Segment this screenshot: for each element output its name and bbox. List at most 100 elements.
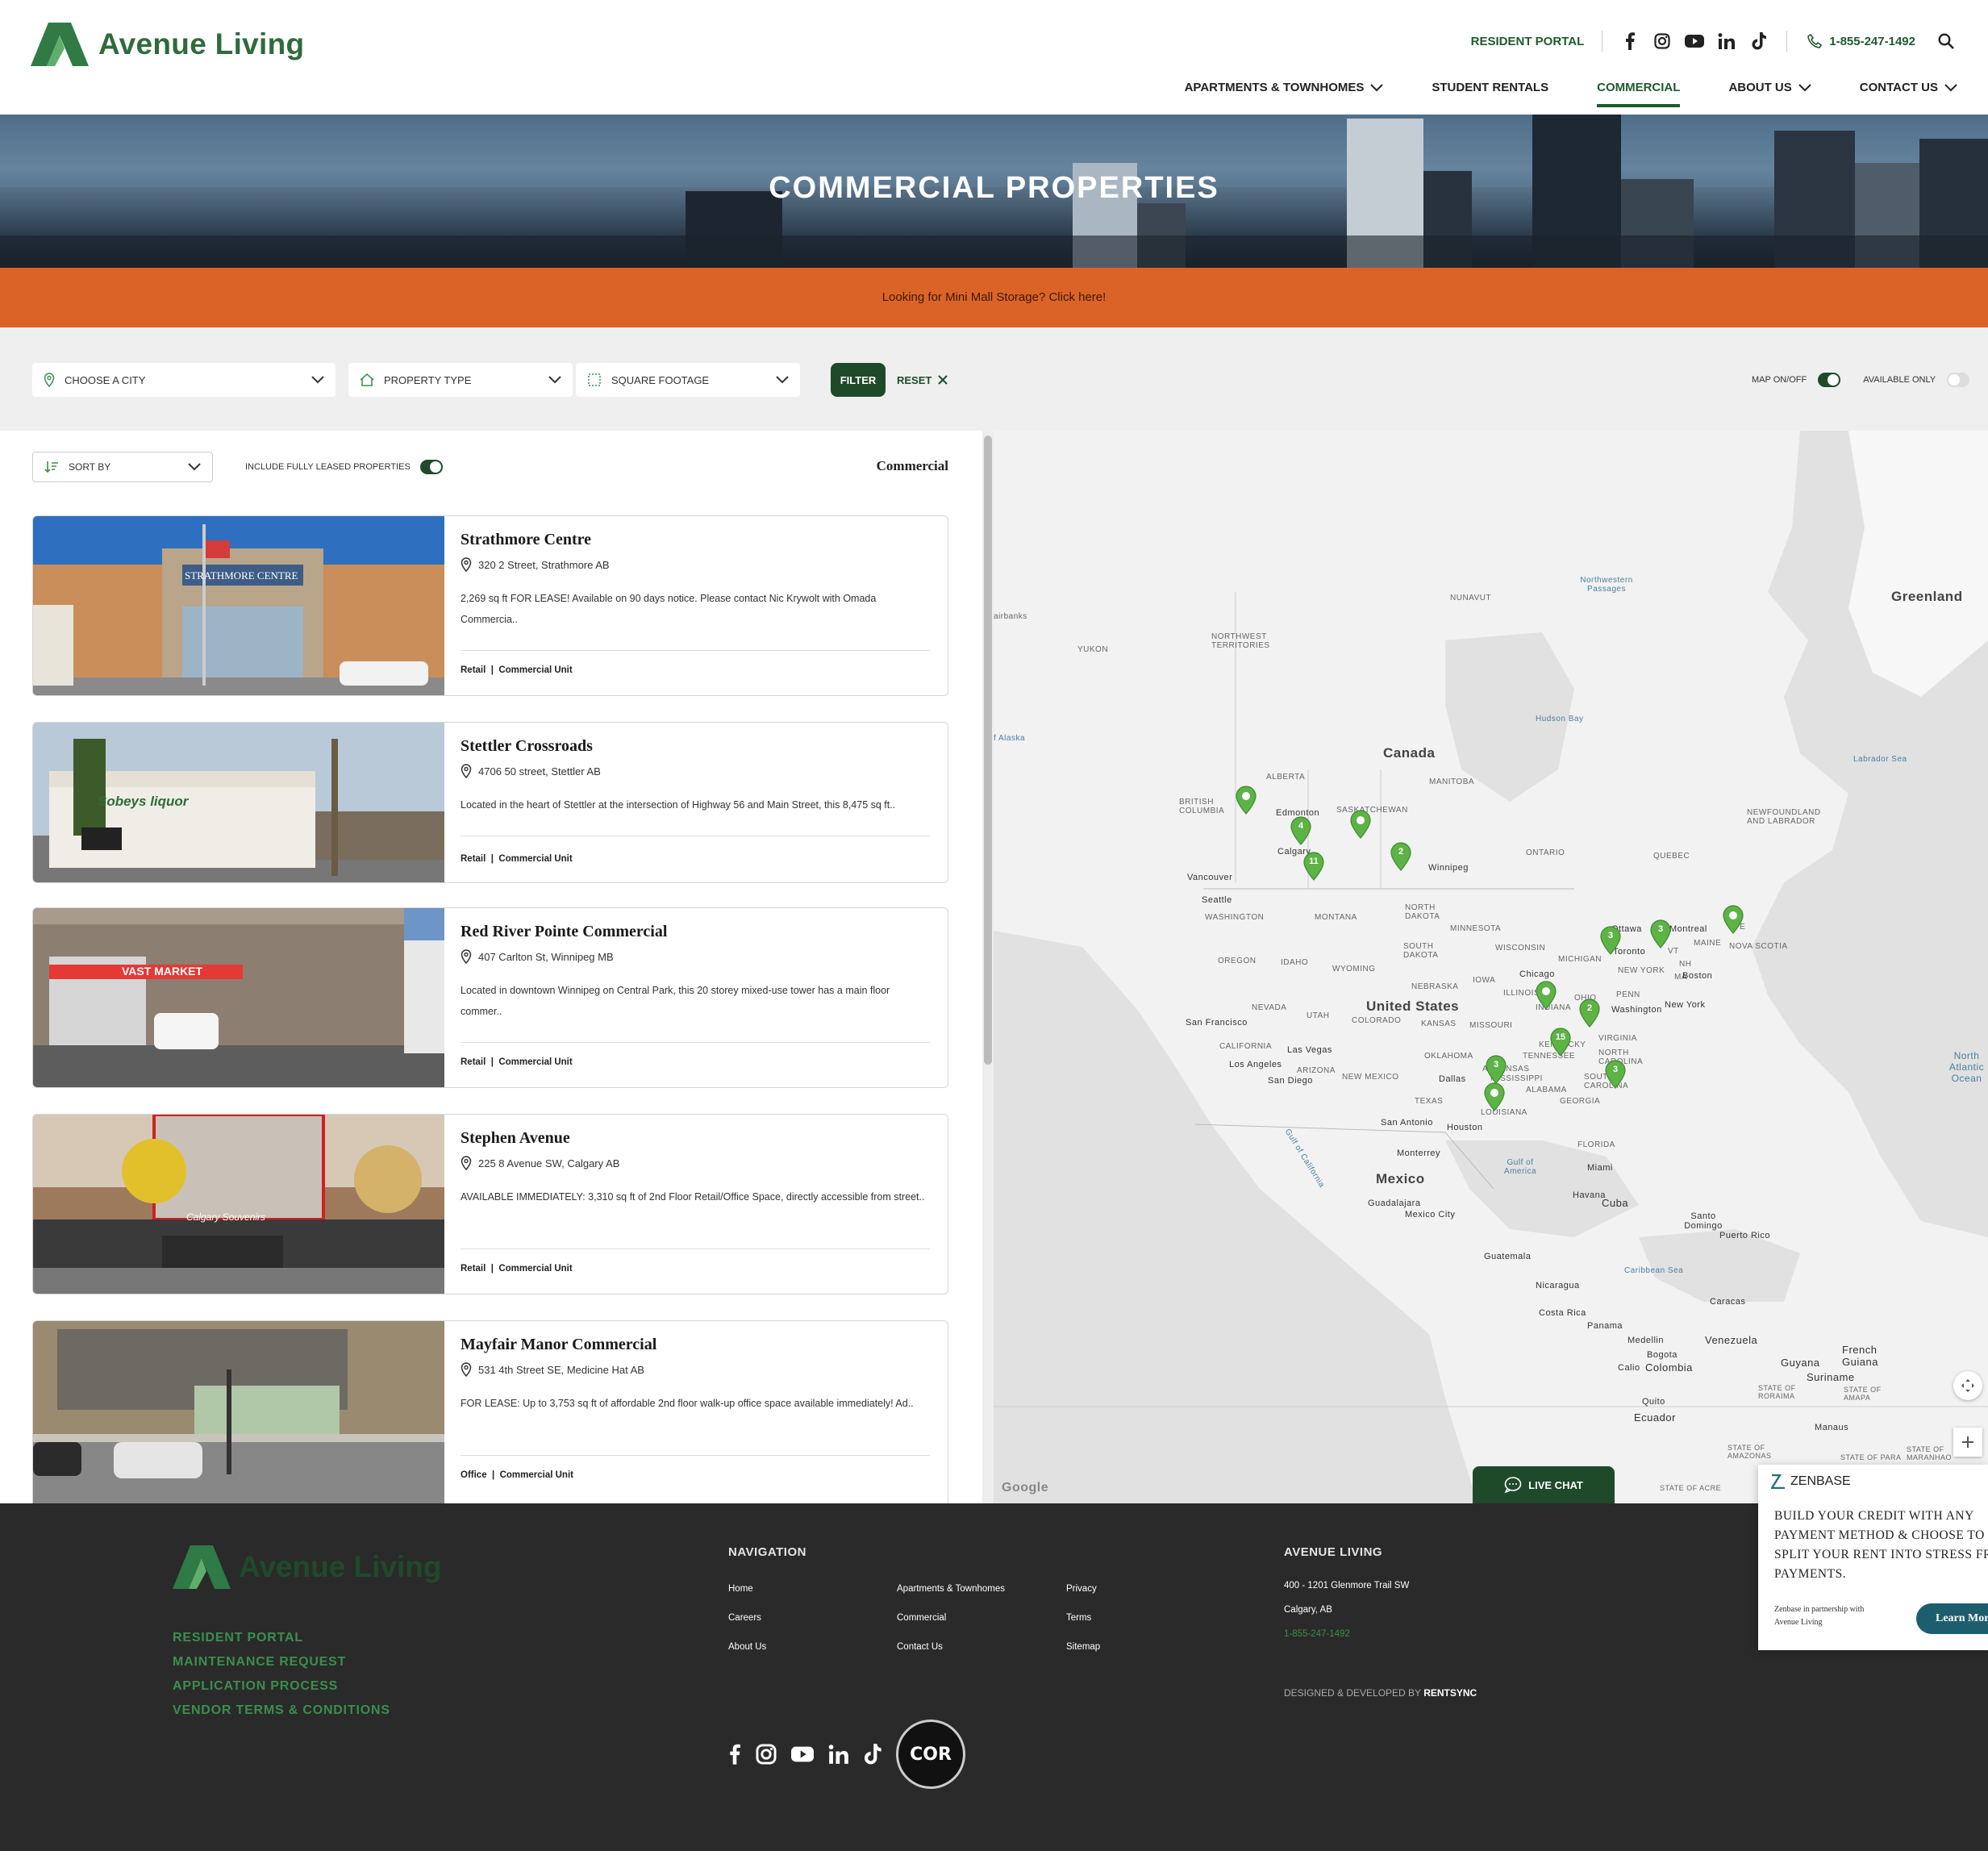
zenbase-headline: BUILD YOUR CREDIT WITH ANY PAYMENT METHO… <box>1774 1509 1988 1581</box>
list-heading: Commercial <box>876 458 948 473</box>
filter-button[interactable]: FILTER <box>831 363 886 397</box>
property-card[interactable]: Mayfair Manor Commercial 531 4th Street … <box>32 1320 948 1503</box>
property-name[interactable]: Mayfair Manor Commercial <box>461 1336 930 1354</box>
property-type-select[interactable]: PROPERTY TYPE <box>348 363 573 397</box>
linkedin-icon[interactable] <box>828 1744 849 1765</box>
tag-unit: Commercial Unit <box>498 665 573 675</box>
live-chat-button[interactable]: LIVE CHAT <box>1473 1466 1615 1503</box>
property-name[interactable]: Stephen Avenue <box>461 1129 930 1148</box>
property-description: Located in the heart of Stettler at the … <box>461 799 896 811</box>
map-pin-marker[interactable] <box>1484 1082 1505 1111</box>
linkedin-icon[interactable] <box>1717 31 1736 51</box>
footer-vendor-terms-link[interactable]: VENDOR TERMS & CONDITIONS <box>173 1703 390 1718</box>
property-photo[interactable]: Sobeys liquor <box>33 723 444 882</box>
map-label-manaus: Manaus <box>1815 1423 1849 1432</box>
map-pin-cluster[interactable]: 11 <box>1303 852 1324 881</box>
reset-button[interactable]: RESET <box>897 363 948 397</box>
search-icon[interactable] <box>1936 31 1956 51</box>
map-pin-cluster[interactable]: 2 <box>1579 998 1600 1028</box>
map-label-vancouver: Vancouver <box>1187 873 1233 882</box>
resident-portal-link[interactable]: RESIDENT PORTAL <box>1471 35 1585 48</box>
footer-application-process-link[interactable]: APPLICATION PROCESS <box>173 1679 338 1694</box>
promo-banner[interactable]: Looking for Mini Mall Storage? Click her… <box>0 268 1988 327</box>
property-photo[interactable]: VAST MARKET <box>33 908 444 1087</box>
footer-link-terms[interactable]: Terms <box>1066 1613 1091 1623</box>
map-label-maine: MAINE <box>1694 939 1722 948</box>
instagram-icon[interactable] <box>1652 31 1672 51</box>
zenbase-note: Zenbase in partnership with Avenue Livin… <box>1774 1605 1865 1627</box>
footer-link-apartments[interactable]: Apartments & Townhomes <box>897 1584 1005 1594</box>
tag-type: Retail <box>461 665 486 675</box>
property-card[interactable]: Calgary Souvenirs Stephen Avenue 225 8 A… <box>32 1114 948 1294</box>
property-card[interactable]: VAST MARKET Red River Pointe Commercial … <box>32 907 948 1088</box>
footer-resident-portal-link[interactable]: RESIDENT PORTAL <box>173 1631 303 1645</box>
property-photo[interactable] <box>33 1321 444 1503</box>
nav-commercial[interactable]: COMMERCIAL <box>1597 81 1681 107</box>
phone-number[interactable]: 1-855-247-1492 <box>1829 35 1915 48</box>
facebook-icon[interactable] <box>1620 31 1640 51</box>
sort-icon <box>44 461 58 473</box>
youtube-icon[interactable] <box>1685 31 1705 51</box>
square-footage-select[interactable]: SQUARE FOOTAGE <box>576 363 800 397</box>
footer-link-privacy[interactable]: Privacy <box>1066 1584 1097 1594</box>
facebook-icon[interactable] <box>728 1744 741 1765</box>
map-label-caracas: Caracas <box>1710 1297 1746 1307</box>
property-map[interactable]: Greenland NUNAVUT Northwestern Passages … <box>994 431 1988 1503</box>
footer-phone-link[interactable]: 1-855-247-1492 <box>1284 1629 1350 1639</box>
map-pin-cluster[interactable]: 4 <box>1290 816 1311 845</box>
include-leased-switch[interactable] <box>419 460 443 474</box>
tiktok-icon[interactable] <box>1749 31 1769 51</box>
map-pin-marker[interactable] <box>1536 981 1557 1010</box>
nav-apartments-townhomes[interactable]: APARTMENTS & TOWNHOMES <box>1185 81 1384 107</box>
footer-logo[interactable]: Avenue Living <box>173 1545 442 1589</box>
property-card[interactable]: STRATHMORE CENTRE Strathmore Centre 320 … <box>32 515 948 696</box>
youtube-icon[interactable] <box>791 1745 814 1763</box>
nav-about-us[interactable]: ABOUT US <box>1728 81 1811 107</box>
footer-credit: DESIGNED & DEVELOPED BY RENTSYNC <box>1284 1687 1477 1699</box>
map-pin-cluster[interactable]: 15 <box>1550 1028 1571 1057</box>
city-select[interactable]: CHOOSE A CITY <box>32 363 336 397</box>
property-name[interactable]: Red River Pointe Commercial <box>461 923 930 941</box>
map-pin-marker[interactable] <box>1236 786 1257 815</box>
plus-icon <box>1962 1436 1973 1448</box>
property-name[interactable]: Strathmore Centre <box>461 531 930 549</box>
tiktok-icon[interactable] <box>864 1744 881 1765</box>
map-fullscreen-button[interactable] <box>1953 1371 1982 1400</box>
list-scrollbar-thumb[interactable] <box>984 436 992 1065</box>
map-pin-cluster[interactable]: 3 <box>1650 919 1671 948</box>
footer-link-careers[interactable]: Careers <box>728 1613 761 1623</box>
available-only-switch[interactable] <box>1947 373 1970 387</box>
map-pin-cluster[interactable]: 3 <box>1605 1060 1626 1089</box>
sort-by-select[interactable]: SORT BY <box>32 452 213 482</box>
footer-link-home[interactable]: Home <box>728 1584 753 1594</box>
property-address-row: 531 4th Street SE, Medicine Hat AB <box>461 1362 930 1377</box>
footer-maintenance-request-link[interactable]: MAINTENANCE REQUEST <box>173 1655 346 1670</box>
property-card[interactable]: Sobeys liquor Stettler Crossroads 4706 5… <box>32 722 948 883</box>
footer-link-commercial[interactable]: Commercial <box>897 1613 946 1623</box>
nav-student-rentals[interactable]: STUDENT RENTALS <box>1432 81 1548 107</box>
footer-link-sitemap[interactable]: Sitemap <box>1066 1642 1100 1652</box>
property-photo[interactable]: STRATHMORE CENTRE <box>33 516 444 695</box>
nav-contact-us[interactable]: CONTACT US <box>1860 81 1957 107</box>
map-label-missouri: MISSOURI <box>1469 1021 1513 1030</box>
map-pin-cluster[interactable] <box>1723 905 1744 934</box>
map-pin-cluster[interactable]: 3 <box>1486 1055 1507 1084</box>
map-label-idaho: IDAHO <box>1281 958 1309 967</box>
property-address-row: 4706 50 street, Stettler AB <box>461 764 930 778</box>
map-pin-marker[interactable] <box>1350 810 1371 839</box>
map-pin-cluster[interactable]: 2 <box>1390 842 1411 871</box>
map-zoom-in-button[interactable] <box>1953 1428 1982 1457</box>
map-toggle-switch[interactable] <box>1818 373 1841 387</box>
page-title: COMMERCIAL PROPERTIES <box>769 171 1219 205</box>
map-pin-cluster[interactable]: 3 <box>1600 926 1621 955</box>
footer-link-about-us[interactable]: About Us <box>728 1642 766 1652</box>
map-label-wisconsin: WISCONSIN <box>1495 944 1546 953</box>
promo-link[interactable]: Looking for Mini Mall Storage? Click her… <box>882 290 1107 304</box>
instagram-icon[interactable] <box>756 1744 777 1765</box>
rentsync-link[interactable]: RENTSYNC <box>1423 1687 1477 1699</box>
site-logo[interactable]: Avenue Living <box>31 23 304 66</box>
footer-link-contact-us[interactable]: Contact Us <box>897 1642 943 1652</box>
property-photo[interactable]: Calgary Souvenirs <box>33 1115 444 1294</box>
zenbase-learn-more-button[interactable]: Learn More <box>1916 1603 1988 1634</box>
property-name[interactable]: Stettler Crossroads <box>461 737 930 756</box>
